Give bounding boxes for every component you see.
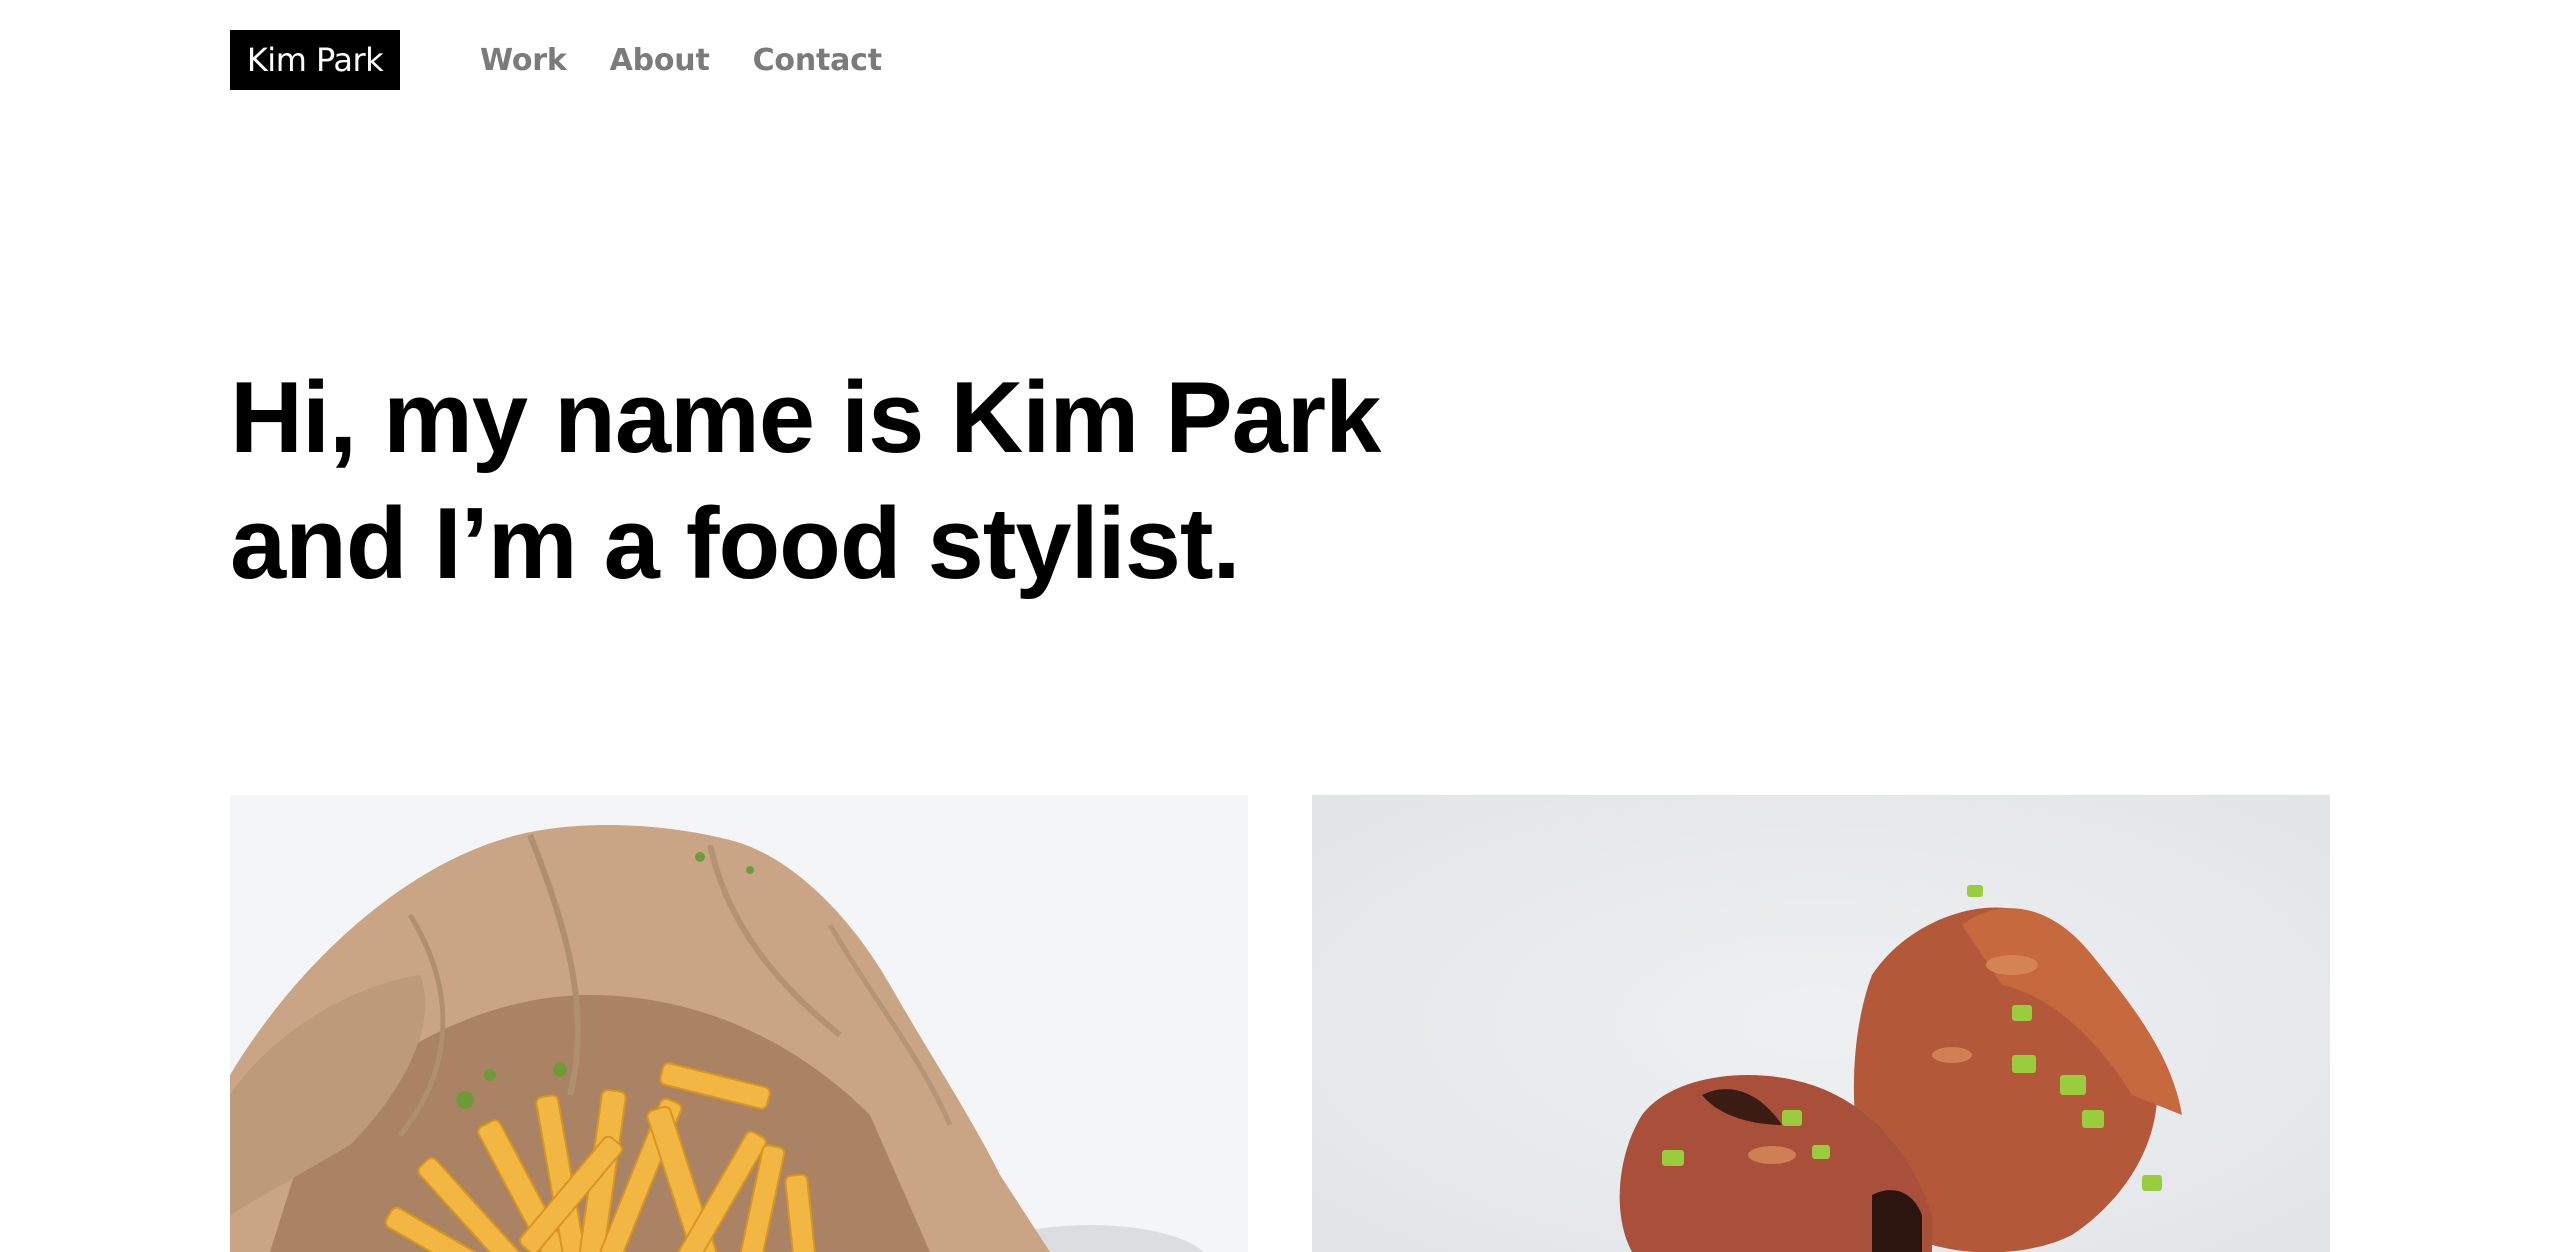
page: Kim Park Work About Contact Hi, my name … — [0, 0, 2560, 1252]
main-nav: Work About Contact — [480, 43, 882, 78]
hero-heading: Hi, my name is Kim Park and I’m a food s… — [230, 355, 1430, 607]
chicken-photo — [1312, 795, 2330, 1252]
hero-line-1: Hi, my name is Kim Park — [230, 362, 1381, 474]
hero-line-2: and I’m a food stylist. — [230, 488, 1241, 600]
gallery-item-fries[interactable] — [230, 795, 1248, 1252]
fries-photo — [230, 795, 1248, 1252]
nav-link-about[interactable]: About — [610, 43, 710, 78]
logo-text: Kim Park — [246, 41, 384, 79]
gallery-item-chicken[interactable] — [1312, 795, 2330, 1252]
nav-link-work[interactable]: Work — [480, 43, 567, 78]
nav-link-contact[interactable]: Contact — [753, 43, 882, 78]
logo-link[interactable]: Kim Park — [230, 30, 400, 90]
site-header: Kim Park Work About Contact — [230, 30, 882, 90]
portfolio-gallery — [230, 795, 2330, 1252]
